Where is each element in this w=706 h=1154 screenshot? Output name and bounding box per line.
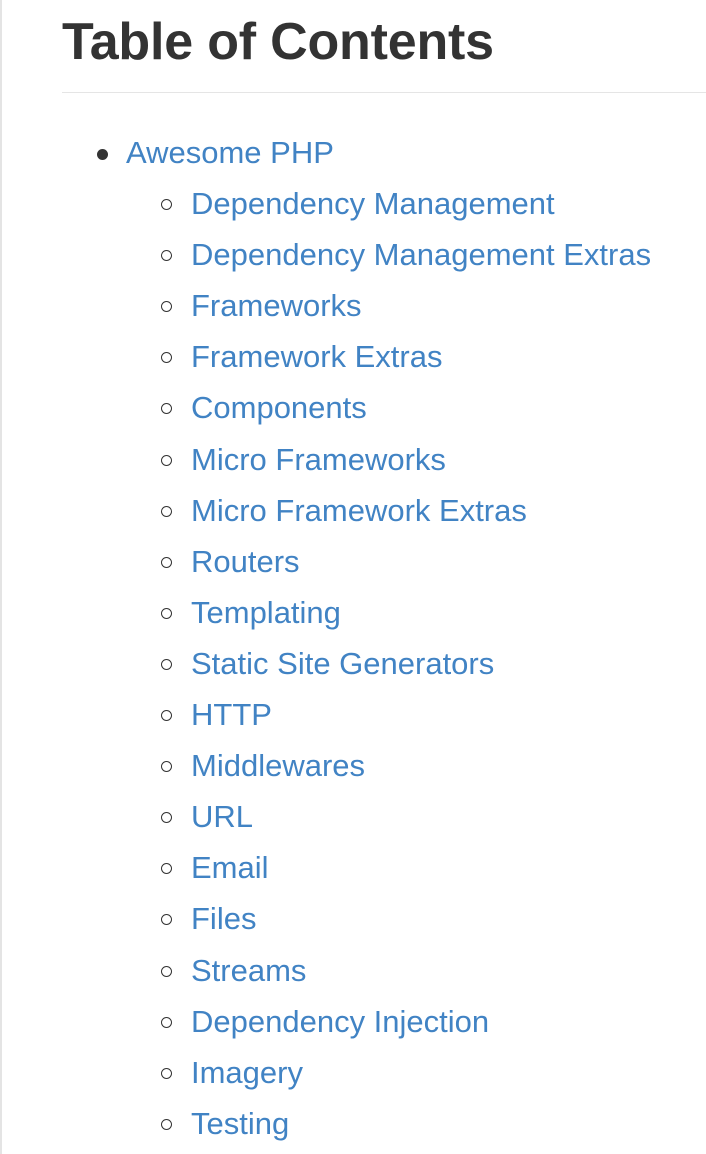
toc-link-framework-extras[interactable]: Framework Extras (191, 331, 442, 382)
toc-link-files[interactable]: Files (191, 893, 256, 944)
bullet-circle-icon (161, 1067, 172, 1079)
bullet-circle-icon (161, 812, 172, 824)
toc-link-email[interactable]: Email (191, 842, 269, 893)
bullet-circle-icon (161, 658, 172, 670)
toc-link-url[interactable]: URL (191, 791, 253, 842)
bullet-circle-icon (161, 301, 172, 313)
toc-link-dependency-injection[interactable]: Dependency Injection (191, 996, 489, 1047)
toc-link-middlewares[interactable]: Middlewares (191, 740, 365, 791)
bullet-circle-icon (161, 250, 172, 262)
toc-link-routers[interactable]: Routers (191, 536, 300, 587)
left-border (0, 0, 2, 1154)
toc-link-streams[interactable]: Streams (191, 945, 306, 996)
bullet-circle-icon (161, 199, 172, 211)
toc-link-awesome-php[interactable]: Awesome PHP (126, 127, 334, 178)
bullet-disc-icon (97, 149, 108, 160)
heading-divider (62, 92, 706, 93)
bullet-circle-icon (161, 1016, 172, 1028)
toc-link-components[interactable]: Components (191, 382, 367, 433)
bullet-circle-icon (161, 914, 172, 926)
toc-link-micro-frameworks[interactable]: Micro Frameworks (191, 434, 446, 485)
toc-link-micro-framework-extras[interactable]: Micro Framework Extras (191, 485, 527, 536)
toc-link-imagery[interactable]: Imagery (191, 1047, 303, 1098)
bullet-circle-icon (161, 403, 172, 415)
toc-link-frameworks[interactable]: Frameworks (191, 280, 362, 331)
toc-link-templating[interactable]: Templating (191, 587, 341, 638)
page-title: Table of Contents (62, 13, 494, 71)
bullet-circle-icon (161, 1118, 172, 1130)
bullet-circle-icon (161, 761, 172, 773)
bullet-circle-icon (161, 863, 172, 875)
toc-link-testing[interactable]: Testing (191, 1098, 289, 1149)
bullet-circle-icon (161, 710, 172, 722)
bullet-circle-icon (161, 352, 172, 364)
bullet-circle-icon (161, 505, 172, 517)
toc-link-dependency-management[interactable]: Dependency Management (191, 178, 555, 229)
toc-link-static-site-generators[interactable]: Static Site Generators (191, 638, 494, 689)
bullet-circle-icon (161, 965, 172, 977)
bullet-circle-icon (161, 607, 172, 619)
toc-link-dependency-management-extras[interactable]: Dependency Management Extras (191, 229, 651, 280)
toc-link-http[interactable]: HTTP (191, 689, 272, 740)
bullet-circle-icon (161, 556, 172, 568)
bullet-circle-icon (161, 454, 172, 466)
